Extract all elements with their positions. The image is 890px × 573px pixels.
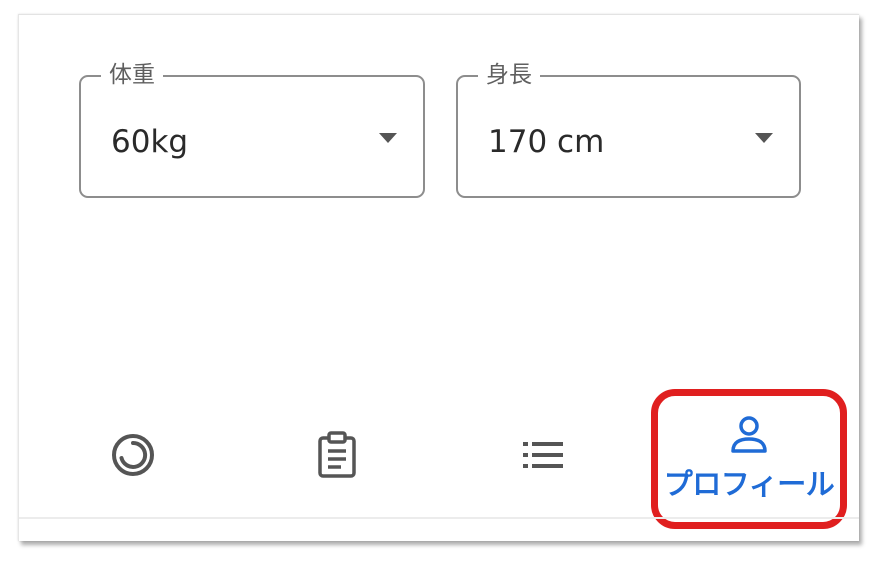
list-icon [523, 442, 563, 468]
dropdown-arrow-icon[interactable] [379, 133, 397, 143]
nav-item-progress[interactable] [73, 393, 193, 517]
height-label: 身長 [478, 60, 540, 90]
person-icon [731, 416, 767, 453]
weight-select[interactable]: 体重 60kg [79, 60, 425, 198]
nav-item-list[interactable] [483, 393, 603, 517]
divider [19, 517, 859, 519]
nav-item-records[interactable] [277, 393, 397, 517]
weight-value: 60kg [111, 124, 189, 160]
clipboard-icon [318, 431, 356, 478]
height-value: 170 cm [488, 124, 605, 160]
nav-item-profile-label: プロフィール [663, 467, 835, 501]
dropdown-arrow-icon[interactable] [755, 133, 773, 143]
circle-progress-icon [112, 434, 154, 476]
nav-item-profile[interactable]: プロフィール [651, 389, 847, 529]
profile-card: 体重 60kg 身長 170 cm プロフィール [18, 14, 859, 541]
height-select[interactable]: 身長 170 cm [456, 60, 801, 198]
bottom-navigation: プロフィール [19, 389, 859, 529]
screen: 体重 60kg 身長 170 cm プロフィール [0, 0, 890, 573]
weight-label: 体重 [101, 60, 163, 90]
